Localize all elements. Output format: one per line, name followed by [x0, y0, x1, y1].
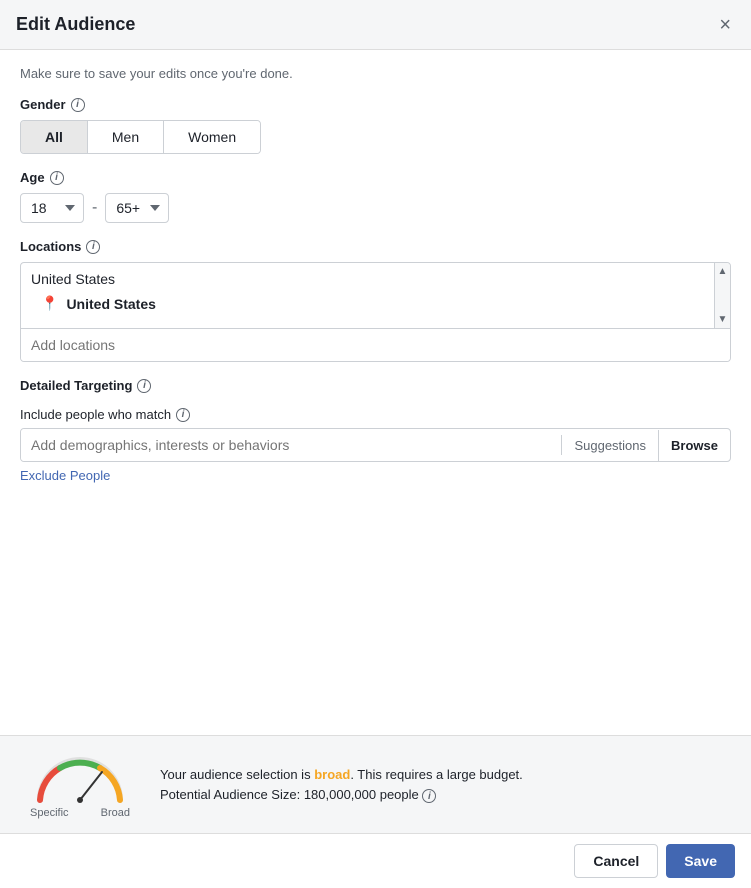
audience-description: Your audience selection is broad. This r… — [160, 765, 731, 785]
targeting-input-row: Suggestions Browse — [20, 428, 731, 462]
gender-section: Gender i All Men Women — [20, 97, 731, 154]
locations-search-area: United States 📍 United States — [21, 263, 714, 328]
gender-label: Gender i — [20, 97, 731, 112]
potential-audience-size: Potential Audience Size: 180,000,000 peo… — [160, 785, 731, 805]
location-item[interactable]: 📍 United States — [31, 287, 704, 320]
modal-header: Edit Audience × — [0, 0, 751, 50]
locations-section: Locations i United States 📍 United State… — [20, 239, 731, 362]
age-separator: - — [92, 199, 97, 217]
exclude-people-link[interactable]: Exclude People — [20, 468, 731, 483]
add-locations-input[interactable] — [21, 329, 730, 361]
age-to-select[interactable]: 18192021 22232425 30354045 50556065+ — [105, 193, 169, 223]
include-info-icon[interactable]: i — [176, 408, 190, 422]
potential-size-info-icon[interactable]: i — [422, 789, 436, 803]
locations-label: Locations i — [20, 239, 731, 254]
detailed-targeting-section: Detailed Targeting i Include people who … — [20, 378, 731, 483]
location-name: United States — [66, 296, 155, 312]
gender-women-button[interactable]: Women — [164, 121, 260, 153]
save-notice: Make sure to save your edits once you're… — [20, 66, 731, 81]
gauge-labels: Specific Broad — [30, 807, 130, 819]
scroll-up-icon[interactable]: ▲ — [715, 263, 731, 280]
age-from-select[interactable]: 1314151617 18192021 2223242530 354045505… — [20, 193, 84, 223]
audience-desc-suffix: . This requires a large budget. — [350, 767, 522, 782]
gender-button-group: All Men Women — [20, 120, 261, 154]
age-label: Age i — [20, 170, 731, 185]
cancel-button[interactable]: Cancel — [574, 844, 658, 878]
locations-scrollbar[interactable]: ▲ ▼ — [714, 263, 730, 328]
modal-title: Edit Audience — [16, 14, 135, 35]
location-pin-icon: 📍 — [41, 295, 58, 312]
gauge-svg — [30, 750, 130, 805]
close-button[interactable]: × — [715, 15, 735, 35]
audience-desc-prefix: Your audience selection is — [160, 767, 314, 782]
suggestions-button[interactable]: Suggestions — [562, 430, 658, 461]
locations-info-icon[interactable]: i — [86, 240, 100, 254]
detailed-targeting-info-icon[interactable]: i — [137, 379, 151, 393]
locations-header: United States 📍 United States ▲ ▼ — [21, 263, 730, 329]
locations-box: United States 📍 United States ▲ ▼ — [20, 262, 731, 362]
include-label: Include people who match i — [20, 407, 731, 422]
gauge-container: Specific Broad — [20, 750, 140, 819]
edit-audience-modal: Edit Audience × Make sure to save your e… — [0, 0, 751, 888]
locations-search-value: United States — [31, 271, 704, 287]
audience-meter-bar: Specific Broad Your audience selection i… — [0, 735, 751, 833]
modal-overlay: Edit Audience × Make sure to save your e… — [0, 0, 751, 888]
age-section: Age i 1314151617 18192021 2223242530 354… — [20, 170, 731, 223]
gauge-specific-label: Specific — [30, 807, 69, 819]
age-info-icon[interactable]: i — [50, 171, 64, 185]
modal-body: Make sure to save your edits once you're… — [0, 50, 751, 735]
gender-men-button[interactable]: Men — [88, 121, 164, 153]
gauge-broad-label: Broad — [101, 807, 130, 819]
targeting-input[interactable] — [21, 429, 561, 461]
gender-info-icon[interactable]: i — [71, 98, 85, 112]
scroll-down-icon[interactable]: ▼ — [715, 311, 731, 328]
save-button[interactable]: Save — [666, 844, 735, 878]
age-row: 1314151617 18192021 2223242530 354045505… — [20, 193, 731, 223]
gender-all-button[interactable]: All — [21, 121, 88, 153]
audience-text: Your audience selection is broad. This r… — [160, 765, 731, 804]
detailed-targeting-label: Detailed Targeting i — [20, 378, 731, 393]
footer-actions: Cancel Save — [0, 833, 751, 888]
broad-word: broad — [314, 767, 350, 782]
browse-button[interactable]: Browse — [658, 430, 730, 461]
